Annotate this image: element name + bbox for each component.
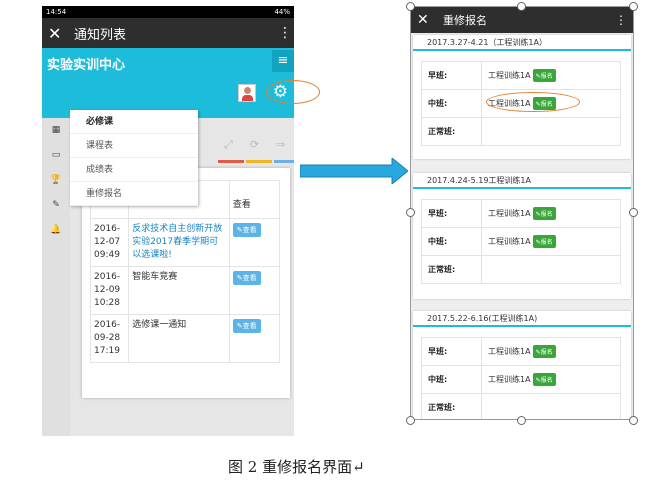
shift-label: 正常班: — [421, 393, 482, 419]
dropdown-menu: 必修课 课程表 成绩表 重修报名 — [70, 110, 198, 206]
row-title: 选修课一通知 — [128, 314, 230, 363]
menu-item-grades[interactable]: 成绩表 — [70, 158, 198, 182]
expand-icon[interactable]: ⤢ — [224, 138, 233, 152]
highlight-oval-gear — [266, 80, 320, 104]
color-strip-yellow — [246, 160, 272, 163]
forward-icon[interactable]: ⇒ — [276, 138, 285, 151]
table-row: 正常班: — [421, 255, 621, 284]
status-battery: 44% — [274, 8, 290, 16]
menu-item-schedule[interactable]: 课程表 — [70, 134, 198, 158]
session-header: 2017.4.24-5.19工程训练1A — [413, 173, 631, 189]
page-title: 通知列表 — [74, 27, 127, 43]
shift-label: 早班: — [421, 61, 482, 90]
pencil-icon[interactable]: ✎ — [42, 193, 70, 218]
table-row: 早班: 工程训练1A ✎报名 — [421, 199, 621, 228]
resize-handle[interactable] — [629, 416, 638, 425]
resize-handle[interactable] — [517, 2, 526, 11]
row-date: 2016- 12-09 10:28 — [89, 266, 130, 315]
trophy-icon[interactable]: 🏆 — [42, 168, 70, 193]
enroll-button[interactable]: ✎报名 — [532, 69, 556, 82]
session-card: 2017.5.22-6.16(工程训练1A) 早班: 工程训练1A ✎报名 中班: 工… — [413, 311, 631, 419]
bell-icon[interactable]: 🔔 — [42, 218, 70, 243]
shift-label: 中班: — [421, 89, 482, 118]
course-name: 工程训练1A — [488, 209, 531, 218]
resize-handle[interactable] — [517, 416, 526, 425]
view-button[interactable]: ✎查看 — [232, 319, 261, 333]
menu-toggle-icon[interactable]: ≡ — [272, 50, 294, 72]
shift-label: 中班: — [421, 227, 482, 256]
table-row: 早班: 工程训练1A ✎报名 — [421, 61, 621, 90]
row-date: 2016- 12-07 09:49 — [89, 218, 130, 267]
col-view-header: 查看 — [228, 180, 281, 219]
table-row: 2016- 09-28 17:19 选修课一通知 ✎查看 — [89, 314, 281, 363]
close-icon[interactable]: ✕ — [48, 24, 74, 43]
site-header: 实验实训中心 ≡ ⚙ — [42, 48, 294, 118]
resize-handle[interactable] — [406, 2, 415, 11]
highlight-oval-enroll — [486, 92, 580, 112]
session-header: 2017.5.22-6.16(工程训练1A) — [413, 311, 631, 327]
course-name: 工程训练1A — [488, 375, 531, 384]
page-title: 重修报名 — [443, 14, 487, 27]
shift-label: 早班: — [421, 199, 482, 228]
arrow-right-icon — [300, 158, 408, 184]
row-title: 智能车竞赛 — [128, 266, 230, 315]
close-icon[interactable]: ✕ — [417, 12, 443, 28]
row-title-link[interactable]: 反求技术自主创新开放实验2017春季学期可以选课啦! — [128, 218, 230, 267]
enroll-button[interactable]: ✎报名 — [532, 235, 556, 248]
session-header: 2017.3.27-4.21（工程训练1A） — [413, 35, 631, 51]
shift-label: 早班: — [421, 337, 482, 366]
more-icon[interactable]: ⋮ — [615, 13, 627, 27]
course-name: 工程训练1A — [488, 347, 531, 356]
sidebar: ▦ ▭ 🏆 ✎ 🔔 — [42, 118, 70, 436]
resize-handle[interactable] — [629, 208, 638, 217]
table-row: 中班: 工程训练1A ✎报名 — [421, 227, 621, 256]
empty-cell — [481, 255, 621, 284]
resize-handle[interactable] — [406, 416, 415, 425]
course-name: 工程训练1A — [488, 237, 531, 246]
status-bar: 14:54 44% — [42, 6, 294, 18]
more-icon[interactable]: ⋮ — [278, 25, 292, 41]
enroll-button[interactable]: ✎报名 — [532, 207, 556, 220]
color-strip-blue — [274, 160, 294, 163]
resize-handle[interactable] — [406, 208, 415, 217]
shift-label: 正常班: — [421, 255, 482, 284]
table-row: 早班: 工程训练1A ✎报名 — [421, 337, 621, 366]
table-row: 2016- 12-09 10:28 智能车竞赛 ✎查看 — [89, 266, 281, 315]
table-row: 2016- 12-07 09:49 反求技术自主创新开放实验2017春季学期可以选课… — [89, 218, 281, 267]
grid-icon[interactable]: ▦ — [42, 118, 70, 143]
card-toolbar: ⤢ ⟳ ⇒ — [192, 130, 294, 163]
app-bar: ✕ 通知列表 ⋮ — [42, 18, 294, 48]
menu-item-retake[interactable]: 重修报名 — [70, 182, 198, 206]
session-table: 早班: 工程训练1A ✎报名 中班: 工程训练1A ✎报名 正常班: — [421, 199, 621, 284]
left-phone-screen: 14:54 44% ✕ 通知列表 ⋮ 实验实训中心 ≡ ⚙ ▦ ▭ 🏆 ✎ 🔔 … — [42, 6, 294, 436]
notice-table: 查看 2016- 12-07 09:49 反求技术自主创新开放实验2017春季学期可… — [89, 180, 281, 363]
shift-label: 正常班: — [421, 117, 482, 146]
shift-label: 中班: — [421, 365, 482, 394]
resize-handle[interactable] — [629, 2, 638, 11]
session-table: 早班: 工程训练1A ✎报名 中班: 工程训练1A ✎报名 正常班: — [421, 337, 621, 419]
figure-caption: 图 2 重修报名界面↵ — [228, 458, 365, 476]
enroll-button[interactable]: ✎报名 — [532, 345, 556, 358]
status-time: 14:54 — [46, 8, 67, 16]
figure: 14:54 44% ✕ 通知列表 ⋮ 实验实训中心 ≡ ⚙ ▦ ▭ 🏆 ✎ 🔔 … — [0, 0, 646, 488]
view-button[interactable]: ✎查看 — [232, 271, 261, 285]
enroll-button[interactable]: ✎报名 — [532, 373, 556, 386]
color-strip-red — [218, 160, 244, 163]
table-row: 中班: 工程训练1A ✎报名 — [421, 365, 621, 394]
avatar[interactable] — [238, 84, 256, 102]
calendar-icon[interactable]: ▭ — [42, 143, 70, 168]
table-row: 正常班: — [421, 117, 621, 146]
right-phone-screen: ✕ 重修报名 ⋮ 2017.3.27-4.21（工程训练1A） 早班: 工程训练1… — [410, 6, 634, 420]
row-date: 2016- 09-28 17:19 — [89, 314, 130, 363]
view-button[interactable]: ✎查看 — [232, 223, 261, 237]
course-name: 工程训练1A — [488, 71, 531, 80]
empty-cell — [481, 117, 621, 146]
refresh-icon[interactable]: ⟳ — [250, 138, 259, 151]
session-card: 2017.4.24-5.19工程训练1A 早班: 工程训练1A ✎报名 中班: 工程训… — [413, 173, 631, 299]
menu-item-required[interactable]: 必修课 — [70, 110, 198, 134]
empty-cell — [481, 393, 621, 419]
site-title: 实验实训中心 — [47, 58, 126, 73]
